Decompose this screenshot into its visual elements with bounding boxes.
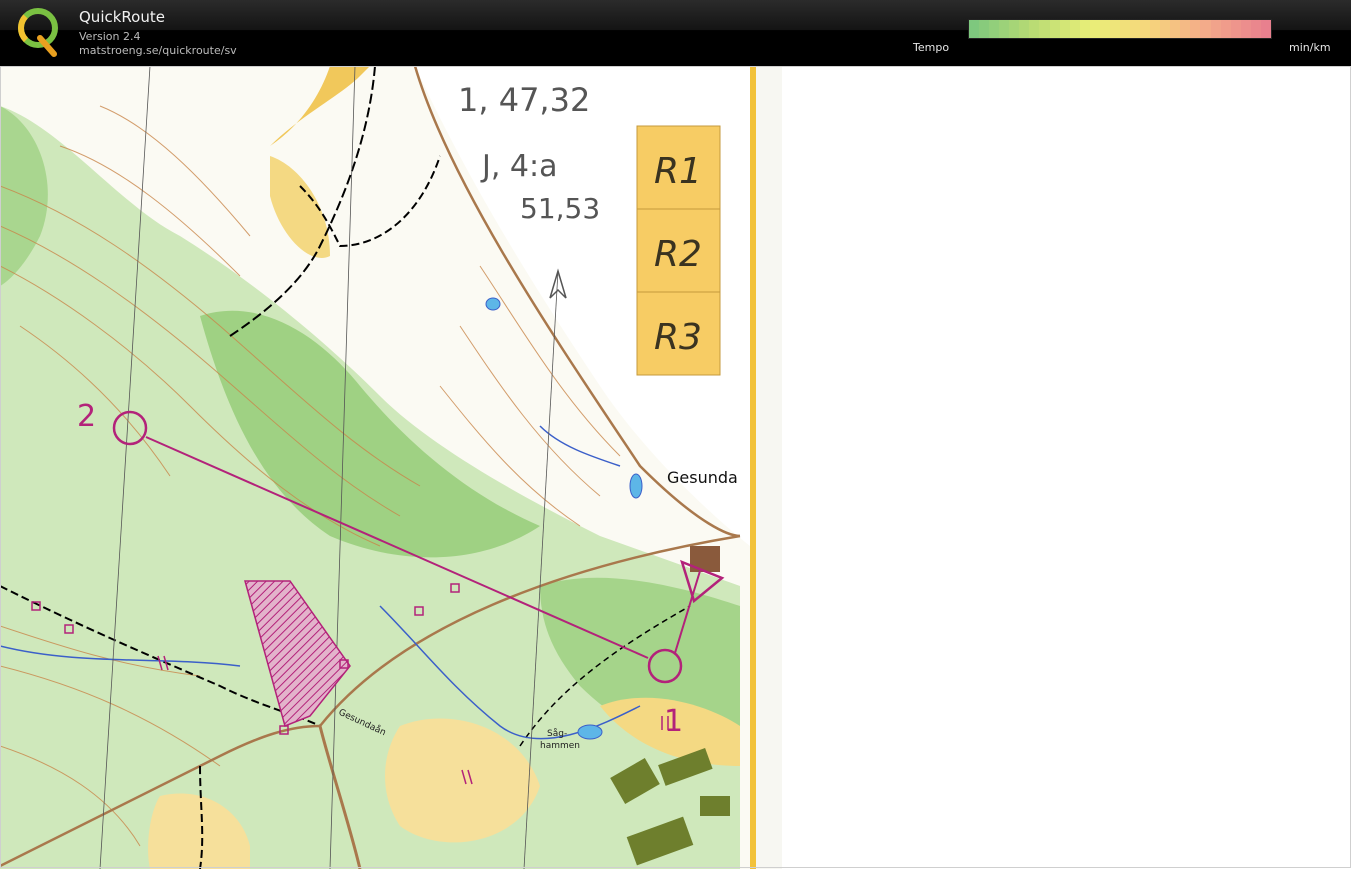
rule-boxes: R1 R2 R3 [636,125,721,376]
tempo-scale-cell [1150,20,1161,38]
tempo-scale-cell [1049,20,1060,38]
tempo-scale-cell [1200,20,1211,38]
tempo-scale-cell [1119,20,1130,38]
tempo-scale-cell [969,20,980,38]
tempo-scale-cell [989,20,1000,38]
tempo-scale-cell [1190,20,1201,38]
place-name-label: Gesunda [667,468,738,487]
app-url-link[interactable]: matstroeng.se/quickroute/sv [79,44,237,57]
handwritten-split: 51,53 [520,192,600,225]
tempo-scale-cell [1009,20,1020,38]
tempo-unit-label: min/km [1289,41,1331,54]
sag-label: Såg- [547,728,567,739]
small-pond [485,297,501,311]
tempo-label: Tempo [913,41,950,54]
tempo-scale-cell [999,20,1010,38]
tempo-scale-cell [1240,20,1251,38]
tempo-scale-cell [1019,20,1030,38]
tempo-color-scale [968,19,1272,39]
tempo-scale-cell [1099,20,1110,38]
control-number-2: 2 [77,399,96,434]
app-title: QuickRoute [79,8,165,26]
tempo-scale-cell [1079,20,1090,38]
map-border-stripe [750,66,756,869]
tempo-scale-cell [1180,20,1191,38]
orienteering-map[interactable]: 2 1 Gesunda Gesundaån Såg- hammen 1, 47,… [0,65,1351,870]
tempo-scale-cell [1039,20,1050,38]
map-margin [756,66,782,869]
tempo-scale-cell [1160,20,1171,38]
tempo-scale-cell [1210,20,1221,38]
tempo-scale-cell [1069,20,1080,38]
map-viewport[interactable]: 2 1 Gesunda Gesundaån Såg- hammen 1, 47,… [0,65,1351,870]
tempo-scale-cell [1230,20,1241,38]
app-version: Version 2.4 [79,30,141,43]
handwritten-place: J, 4:a [480,149,558,184]
handwritten-time: 1, 47,32 [458,81,590,119]
tempo-scale-cell [1059,20,1070,38]
tempo-scale-cell [1109,20,1120,38]
tempo-scale-cell [1089,20,1100,38]
lake [577,724,603,740]
quickroute-logo-icon [18,8,58,57]
rule-box-r1-label: R1 [654,151,702,192]
tempo-scale-cell [979,20,990,38]
tempo-scale-cell [1140,20,1151,38]
tempo-scale-cell [1130,20,1141,38]
control-number-1: 1 [664,704,683,739]
rule-box-r2-label: R2 [654,234,702,275]
tempo-scale-cell [1029,20,1040,38]
pond [629,473,643,499]
tempo-scale-cell [1260,20,1271,38]
hammen-label: hammen [540,741,580,751]
rule-box-r3-label: R3 [654,317,702,358]
tempo-scale-cell [1250,20,1261,38]
tempo-scale-cell [1220,20,1231,38]
tempo-scale-cell [1170,20,1181,38]
app-header: QuickRoute Version 2.4 matstroeng.se/qui… [0,0,1351,66]
